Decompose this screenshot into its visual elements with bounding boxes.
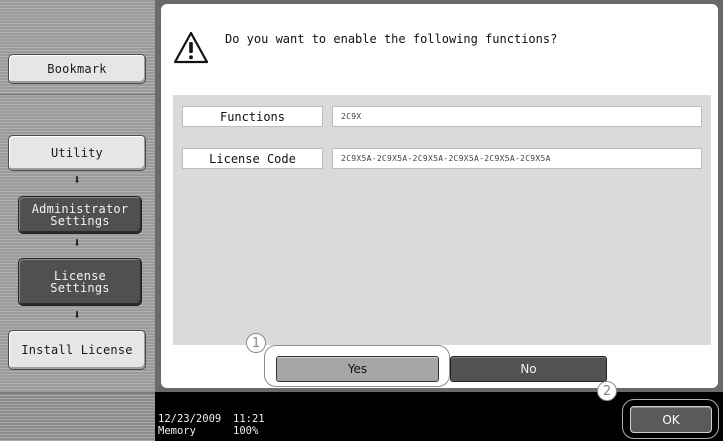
functions-value: 2C9X — [332, 106, 702, 127]
arrow-down-icon: ⬇ — [73, 308, 81, 323]
status-time: 11:21 — [233, 413, 265, 425]
memory-label: Memory — [158, 425, 196, 437]
callout-1: 1 — [246, 333, 266, 353]
status-date: 12/23/2009 — [158, 413, 222, 425]
memory-value: 100% — [233, 425, 259, 437]
yes-button[interactable]: Yes — [276, 356, 439, 382]
no-button[interactable]: No — [450, 356, 607, 382]
license-settings-button[interactable]: License Settings — [18, 258, 142, 306]
panel-divider — [0, 94, 155, 95]
callout-2: 2 — [597, 381, 617, 401]
arrow-down-icon: ⬇ — [73, 173, 81, 188]
utility-button[interactable]: Utility — [8, 135, 146, 171]
dialog-question: Do you want to enable the following func… — [225, 32, 558, 46]
administrator-settings-button[interactable]: Administrator Settings — [18, 196, 142, 234]
function-details-area — [173, 95, 711, 345]
license-code-label: License Code — [182, 148, 323, 169]
arrow-down-icon: ⬇ — [73, 236, 81, 251]
license-code-value: 2C9X5A-2C9X5A-2C9X5A-2C9X5A-2C9X5A-2C9X5… — [332, 148, 702, 169]
ok-button[interactable]: OK — [630, 406, 712, 433]
functions-label: Functions — [182, 106, 323, 127]
left-bottom-strip — [0, 392, 155, 441]
warning-triangle-icon — [173, 30, 209, 66]
install-license-button[interactable]: Install License — [8, 330, 146, 370]
bookmark-button[interactable]: Bookmark — [8, 54, 146, 84]
